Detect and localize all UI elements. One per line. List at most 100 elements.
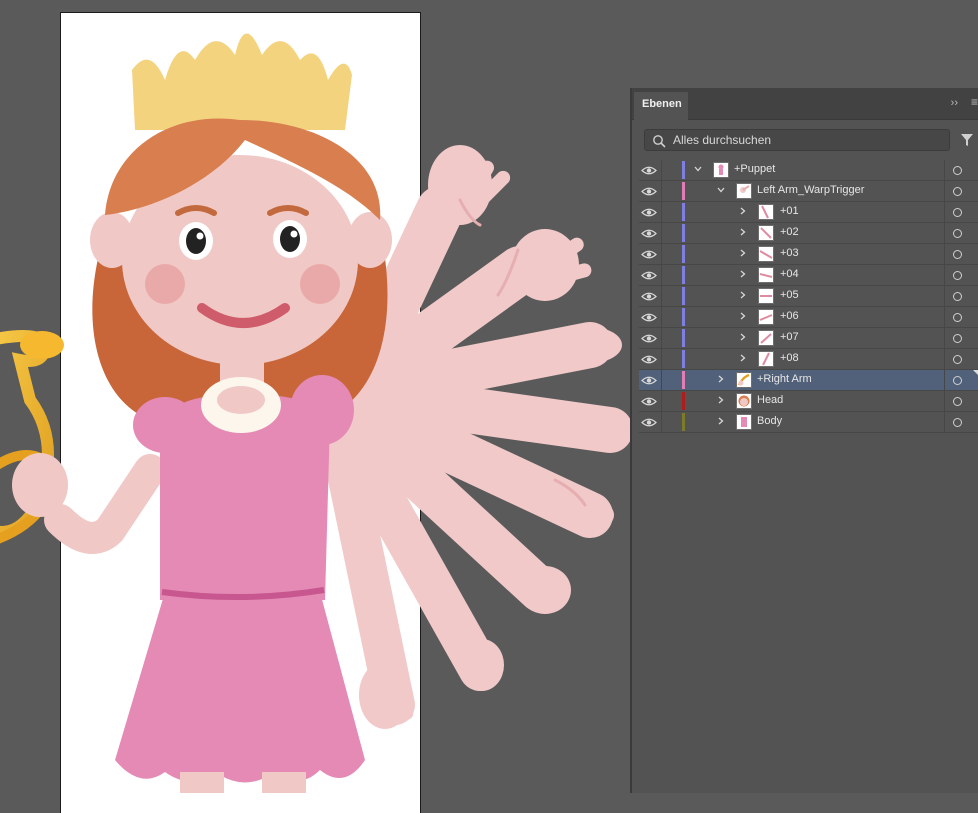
layer-name: Head [757,394,784,406]
layer-row-puppet[interactable]: +Puppet [639,160,978,181]
eye-icon[interactable] [641,165,657,176]
eye-icon[interactable] [641,270,657,281]
layer-color-bar [682,182,685,200]
eye-icon[interactable] [641,354,657,365]
dress-skirt [115,592,365,783]
eye-icon[interactable] [641,291,657,302]
chevron-right-icon[interactable] [716,416,726,426]
circle-target-icon[interactable] [953,187,962,196]
chevron-right-icon[interactable] [716,395,726,405]
circle-target-icon[interactable] [953,376,962,385]
layer-row-01[interactable]: +01 [639,202,978,223]
layer-row-05[interactable]: +05 [639,286,978,307]
layer-thumbnail [736,372,752,388]
layer-color-bar [682,329,685,347]
layer-color-bar [682,161,685,179]
target-separator [944,349,945,369]
layer-name: +Right Arm [757,373,812,385]
layer-thumbnail [736,183,752,199]
eye-separator [661,412,662,432]
eye-icon[interactable] [641,207,657,218]
sleeve-left [133,397,197,453]
circle-target-icon[interactable] [953,166,962,175]
chevron-right-icon[interactable] [738,206,748,216]
layer-thumbnail [758,309,774,325]
layer-name: Left Arm_WarpTrigger [757,184,865,196]
eye-icon[interactable] [641,417,657,428]
chevron-right-icon[interactable] [738,332,748,342]
circle-target-icon[interactable] [953,355,962,364]
chevron-right-icon[interactable] [738,248,748,258]
layer-thumbnail [736,393,752,409]
chevron-right-icon[interactable] [738,290,748,300]
eye-separator [661,181,662,201]
circle-target-icon[interactable] [953,271,962,280]
cheek-left [145,264,185,304]
leg-left [180,772,224,793]
eye-icon[interactable] [641,249,657,260]
search-row [632,120,978,160]
layer-color-bar [682,371,685,389]
eye-icon[interactable] [641,186,657,197]
crown [132,33,352,130]
circle-target-icon[interactable] [953,313,962,322]
layer-name: +02 [780,226,799,238]
chevron-right-icon[interactable] [716,374,726,384]
eye-icon[interactable] [641,333,657,344]
layer-row-body[interactable]: Body [639,412,978,433]
layer-color-bar [682,413,685,431]
layer-name: +Puppet [734,163,776,175]
filter-icon[interactable] [960,133,974,147]
layer-row-03[interactable]: +03 [639,244,978,265]
chevron-down-icon[interactable] [693,164,703,174]
eye-icon[interactable] [641,312,657,323]
eye-separator [661,223,662,243]
target-separator [944,265,945,285]
target-separator [944,286,945,306]
panel-menu-icon[interactable]: ≡ [971,95,978,109]
circle-target-icon[interactable] [953,334,962,343]
search-input[interactable] [673,130,943,150]
layer-row-07[interactable]: +07 [639,328,978,349]
eye-separator [661,328,662,348]
chevron-right-icon[interactable] [738,269,748,279]
eye-icon[interactable] [641,396,657,407]
layer-name: Body [757,415,783,427]
layer-name: +01 [780,205,799,217]
layer-thumbnail [758,351,774,367]
search-box[interactable] [644,129,950,151]
eye-icon[interactable] [641,228,657,239]
eye-icon[interactable] [641,375,657,386]
layer-row-04[interactable]: +04 [639,265,978,286]
circle-target-icon[interactable] [953,397,962,406]
layer-thumbnail [736,414,752,430]
tab-layers[interactable]: Ebenen [634,92,688,120]
chevron-down-icon[interactable] [716,185,726,195]
circle-target-icon[interactable] [953,208,962,217]
layer-color-bar [682,224,685,242]
eye-separator [661,202,662,222]
layer-thumbnail [713,162,729,178]
layer-row-08[interactable]: +08 [639,349,978,370]
target-separator [944,244,945,264]
circle-target-icon[interactable] [953,229,962,238]
layer-row-head[interactable]: Head [639,391,978,412]
ear-right [348,212,392,268]
collapse-panel-icon[interactable]: ›› [951,97,958,109]
layer-row-right-arm[interactable]: +Right Arm [639,370,978,391]
layer-name: +07 [780,331,799,343]
layer-name: +05 [780,289,799,301]
layer-row-06[interactable]: +06 [639,307,978,328]
circle-target-icon[interactable] [953,418,962,427]
chevron-right-icon[interactable] [738,353,748,363]
layer-list: +Puppet Left Arm_WarpTrigger +01 +02 +03… [639,160,978,433]
layer-row-02[interactable]: +02 [639,223,978,244]
eye-separator [661,307,662,327]
chevron-right-icon[interactable] [738,227,748,237]
circle-target-icon[interactable] [953,292,962,301]
layer-row-left-arm-warptrigger[interactable]: Left Arm_WarpTrigger [639,181,978,202]
layer-color-bar [682,287,685,305]
eye-separator [661,370,662,390]
circle-target-icon[interactable] [953,250,962,259]
chevron-right-icon[interactable] [738,311,748,321]
